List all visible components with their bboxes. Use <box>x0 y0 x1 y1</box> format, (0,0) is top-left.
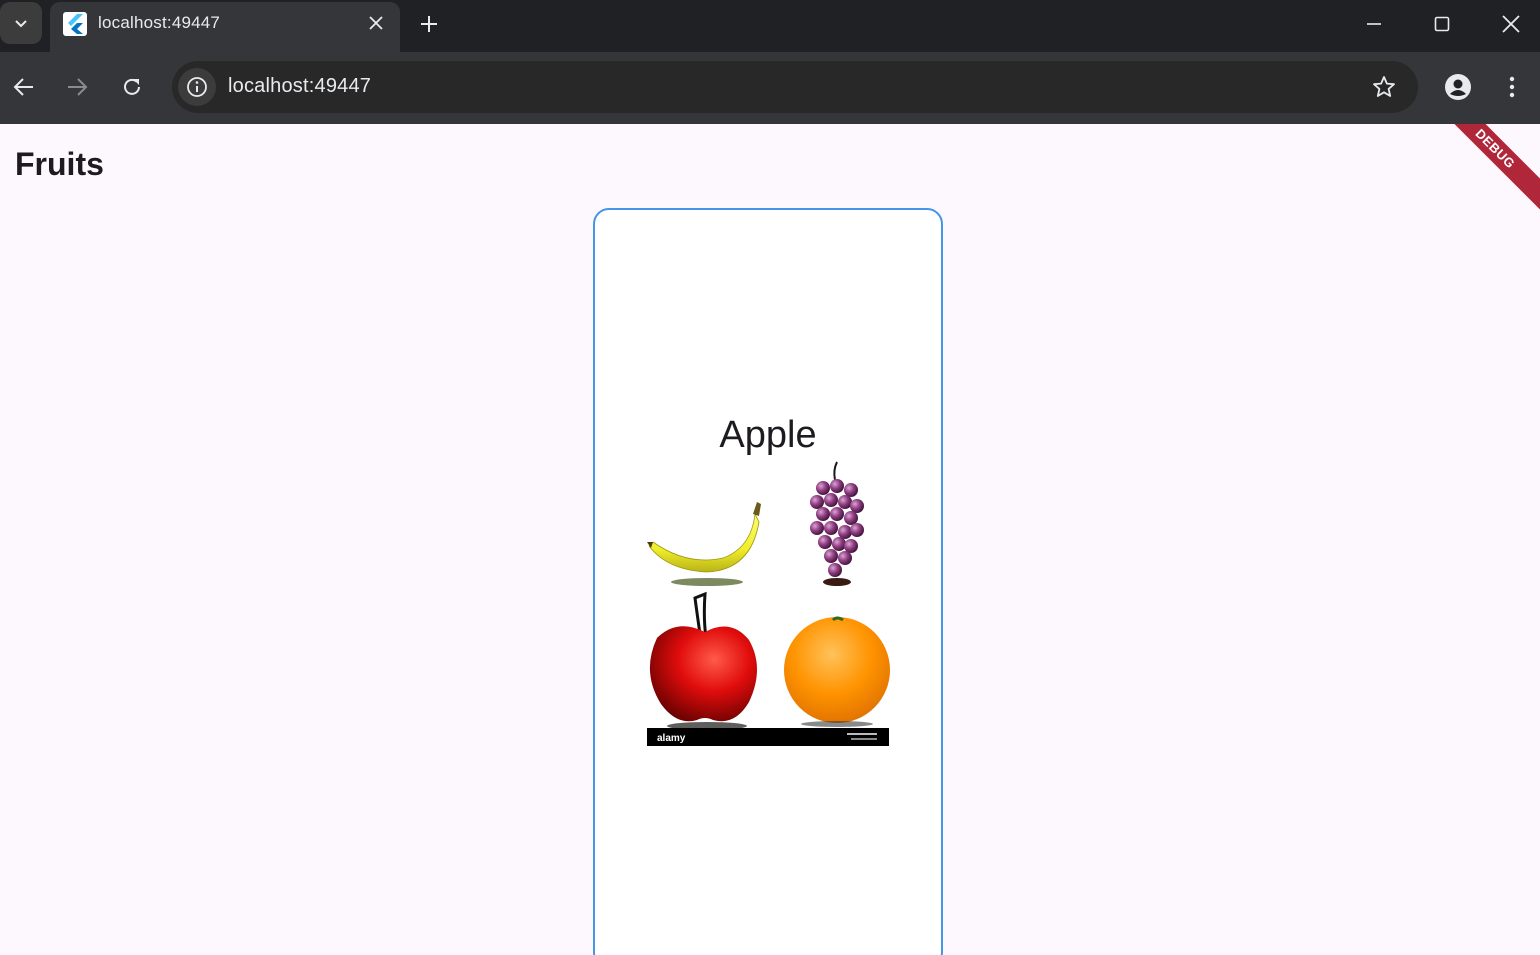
url-text[interactable]: localhost:49447 <box>228 75 371 98</box>
profile-icon <box>1445 74 1471 100</box>
info-icon <box>187 77 207 97</box>
debug-banner: DEBUG <box>1427 124 1540 217</box>
apple-image <box>649 591 757 730</box>
app-viewport: Fruits DEBUG Apple alamy <box>0 124 1540 955</box>
watermark-text: alamy <box>657 733 686 744</box>
reload-icon <box>124 78 140 95</box>
forward-arrow-icon <box>68 78 88 96</box>
tab-search-button[interactable] <box>0 2 42 44</box>
address-bar[interactable]: localhost:49447 <box>172 61 1418 113</box>
back-arrow-icon <box>13 78 33 96</box>
grapes-image <box>810 461 864 586</box>
tab-close-button[interactable] <box>366 13 386 33</box>
close-icon <box>369 16 383 30</box>
app-bar-title: Fruits <box>15 146 104 182</box>
watermark-strip: alamy <box>647 728 889 746</box>
more-vert-icon <box>1509 76 1515 98</box>
new-tab-button[interactable] <box>414 9 444 39</box>
tab-title: localhost:49447 <box>98 13 221 32</box>
minimize-button[interactable] <box>1349 4 1399 44</box>
minimize-icon <box>1367 23 1381 25</box>
site-info-button[interactable] <box>178 68 216 106</box>
browser-tab[interactable]: localhost:49447 <box>50 2 400 52</box>
browser-menu-button[interactable] <box>1496 69 1528 105</box>
profile-button[interactable] <box>1440 69 1476 105</box>
maximize-icon <box>1434 16 1450 32</box>
browser-toolbar: localhost:49447 <box>0 52 1540 124</box>
bookmark-button[interactable] <box>1370 73 1398 101</box>
chevron-down-icon <box>15 20 27 28</box>
orange-image <box>784 616 890 727</box>
banana-image <box>647 502 761 586</box>
fruits-image: alamy <box>647 461 890 746</box>
plus-icon <box>421 16 437 32</box>
window-close-button[interactable] <box>1486 4 1536 44</box>
reload-button[interactable] <box>114 69 150 105</box>
forward-button[interactable] <box>59 69 95 105</box>
maximize-button[interactable] <box>1417 4 1467 44</box>
fruit-name: Apple <box>719 414 817 456</box>
window-close-icon <box>1502 15 1520 33</box>
flutter-favicon-icon <box>63 12 87 36</box>
back-button[interactable] <box>6 69 42 105</box>
browser-title-bar: localhost:49447 <box>0 0 1540 52</box>
star-icon <box>1373 76 1395 97</box>
fruit-card[interactable]: Apple alamy <box>593 208 943 955</box>
